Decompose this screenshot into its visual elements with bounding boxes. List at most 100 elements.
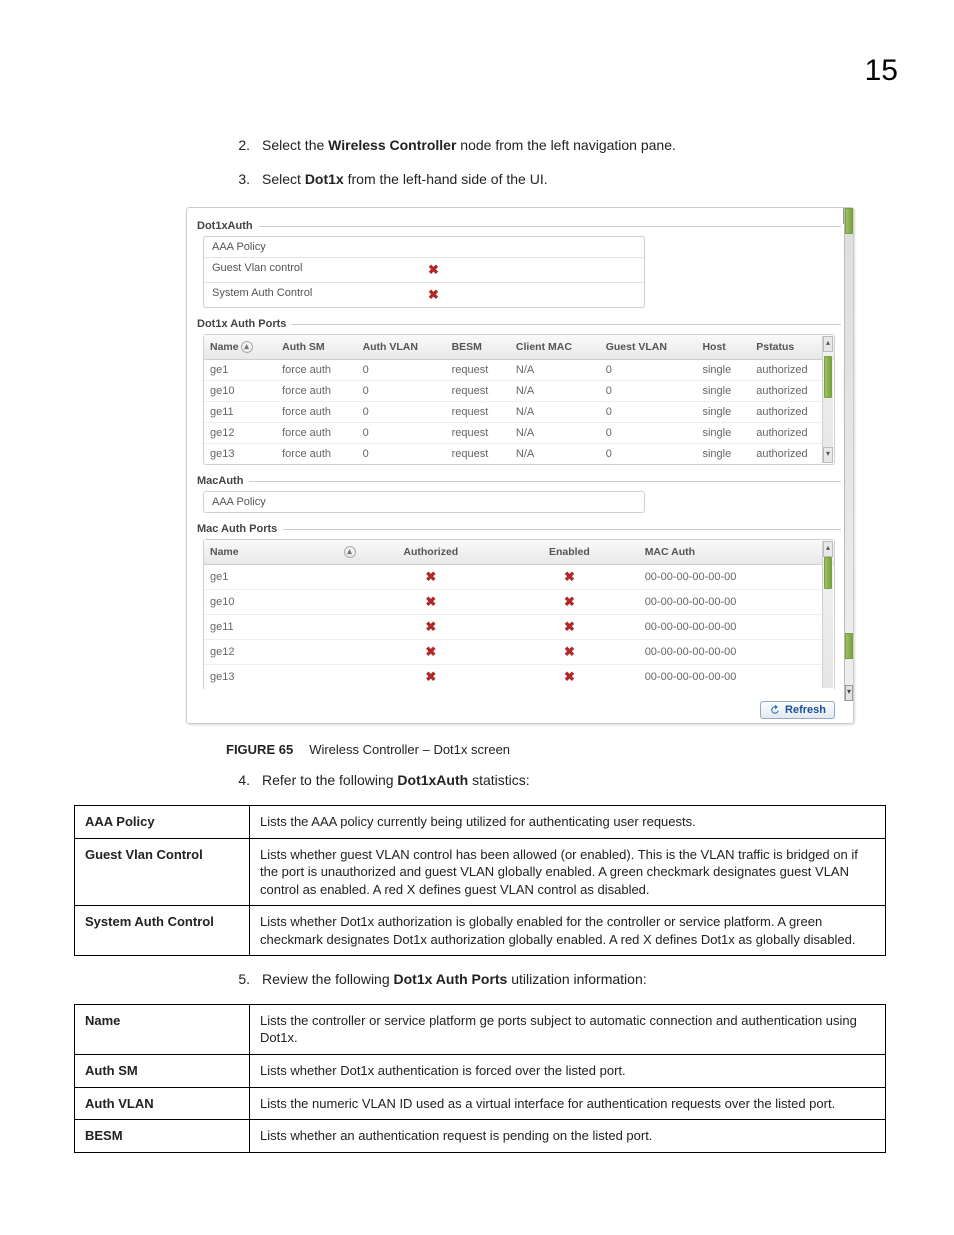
text: Select the bbox=[262, 137, 328, 153]
col-authsm[interactable]: Auth SM bbox=[276, 335, 356, 360]
cell: ✖ bbox=[500, 565, 639, 590]
cell: ge13 bbox=[204, 665, 362, 690]
x-icon: ✖ bbox=[425, 594, 436, 609]
table-row: Auth VLANLists the numeric VLAN ID used … bbox=[75, 1087, 886, 1120]
cell: 00-00-00-00-00-00 bbox=[639, 565, 834, 590]
definition: Lists whether guest VLAN control has bee… bbox=[250, 838, 886, 906]
text: Review the following bbox=[262, 971, 394, 987]
dot1x-ports-info-table: NameLists the controller or service plat… bbox=[74, 1004, 886, 1153]
col-name[interactable]: Name▴ bbox=[204, 335, 276, 360]
scroll-down-icon[interactable]: ▾ bbox=[823, 447, 833, 463]
refresh-button[interactable]: Refresh bbox=[760, 701, 835, 719]
text: Select bbox=[262, 171, 305, 187]
cell: N/A bbox=[510, 360, 600, 381]
table-row[interactable]: ge11✖✖00-00-00-00-00-00 bbox=[204, 615, 834, 640]
cell: 00-00-00-00-00-00 bbox=[639, 590, 834, 615]
outer-scrollbar[interactable]: ▾ bbox=[844, 208, 853, 701]
scroll-thumb[interactable] bbox=[824, 356, 832, 398]
kv-row-aaa-policy: AAA Policy bbox=[204, 492, 644, 512]
bold-term: Wireless Controller bbox=[328, 137, 456, 153]
refresh-bar: Refresh bbox=[187, 699, 845, 723]
cell: 0 bbox=[600, 444, 697, 465]
section-title: Mac Auth Ports bbox=[197, 523, 277, 535]
kv-value: ✖ bbox=[420, 283, 644, 307]
table-row[interactable]: ge10✖✖00-00-00-00-00-00 bbox=[204, 590, 834, 615]
step-number: 2. bbox=[226, 136, 250, 156]
dot1x-ports-table: Name▴ Auth SM Auth VLAN BESM Client MAC … bbox=[204, 335, 834, 464]
step-text: Select Dot1x from the left-hand side of … bbox=[262, 170, 548, 190]
term: BESM bbox=[75, 1120, 250, 1153]
table-row: AAA PolicyLists the AAA policy currently… bbox=[75, 806, 886, 839]
table-row[interactable]: ge11force auth0requestN/A0singleauthoriz… bbox=[204, 402, 834, 423]
col-enabled[interactable]: Enabled bbox=[500, 540, 639, 565]
cell: ✖ bbox=[500, 665, 639, 690]
cell: ✖ bbox=[500, 590, 639, 615]
col-clientmac[interactable]: Client MAC bbox=[510, 335, 600, 360]
table-row[interactable]: ge10force auth0requestN/A0singleauthoriz… bbox=[204, 381, 834, 402]
scroll-up-icon[interactable]: ▴ bbox=[823, 541, 833, 557]
dot1x-screenshot: ▴ ▾ Dot1xAuth AAA Policy Guest Vlan cont… bbox=[186, 207, 854, 724]
table-row[interactable]: ge12✖✖00-00-00-00-00-00 bbox=[204, 640, 834, 665]
step-4: 4. Refer to the following Dot1xAuth stat… bbox=[226, 771, 898, 791]
col-guestvlan[interactable]: Guest VLAN bbox=[600, 335, 697, 360]
col-macauth[interactable]: MAC Auth bbox=[639, 540, 834, 565]
cell: 00-00-00-00-00-00 bbox=[639, 640, 834, 665]
col-authvlan[interactable]: Auth VLAN bbox=[357, 335, 446, 360]
x-icon: ✖ bbox=[564, 669, 575, 684]
cell: ge11 bbox=[204, 402, 276, 423]
scroll-thumb[interactable] bbox=[824, 557, 832, 589]
cell: 0 bbox=[600, 360, 697, 381]
sort-asc-icon[interactable]: ▴ bbox=[241, 341, 253, 353]
cell: ✖ bbox=[362, 565, 501, 590]
kv-value bbox=[420, 237, 644, 257]
scroll-down-icon[interactable]: ▾ bbox=[845, 685, 853, 701]
dot1xauth-summary-panel: AAA Policy Guest Vlan control ✖ System A… bbox=[203, 236, 645, 308]
kv-key: AAA Policy bbox=[204, 237, 420, 257]
sort-asc-icon[interactable]: ▴ bbox=[344, 546, 356, 558]
refresh-icon bbox=[769, 704, 781, 716]
term: Guest Vlan Control bbox=[75, 838, 250, 906]
step-number: 4. bbox=[226, 771, 250, 791]
section-header-dot1xauth: Dot1xAuth bbox=[197, 220, 853, 232]
kv-row-guest-vlan: Guest Vlan control ✖ bbox=[204, 257, 644, 282]
cell: request bbox=[446, 423, 510, 444]
section-header-mac-ports: Mac Auth Ports bbox=[197, 523, 853, 535]
table-row[interactable]: ge1✖✖00-00-00-00-00-00 bbox=[204, 565, 834, 590]
refresh-label: Refresh bbox=[785, 704, 826, 716]
kv-value bbox=[420, 492, 644, 512]
scroll-thumb[interactable] bbox=[845, 633, 853, 659]
cell: request bbox=[446, 444, 510, 465]
scroll-thumb[interactable] bbox=[845, 208, 853, 234]
cell: N/A bbox=[510, 423, 600, 444]
dot1x-ports-table-wrap: Name▴ Auth SM Auth VLAN BESM Client MAC … bbox=[203, 334, 835, 465]
cell: 0 bbox=[357, 423, 446, 444]
table-scrollbar[interactable]: ▴ bbox=[822, 541, 833, 688]
col-host[interactable]: Host bbox=[696, 335, 750, 360]
step-number: 5. bbox=[226, 970, 250, 990]
cell: single bbox=[696, 360, 750, 381]
cell: force auth bbox=[276, 402, 356, 423]
kv-key: AAA Policy bbox=[204, 492, 420, 512]
section-header-dot1x-ports: Dot1x Auth Ports bbox=[197, 318, 853, 330]
figure-number: FIGURE 65 bbox=[226, 742, 293, 757]
text: node from the left navigation pane. bbox=[456, 137, 675, 153]
col-besm[interactable]: BESM bbox=[446, 335, 510, 360]
x-icon: ✖ bbox=[564, 569, 575, 584]
table-scrollbar[interactable]: ▴ ▾ bbox=[822, 336, 833, 463]
definition: Lists the AAA policy currently being uti… bbox=[250, 806, 886, 839]
bold-term: Dot1x Auth Ports bbox=[394, 971, 508, 987]
cell: single bbox=[696, 381, 750, 402]
macauth-summary-panel: AAA Policy bbox=[203, 491, 645, 513]
table-row[interactable]: ge13force auth0requestN/A0singleauthoriz… bbox=[204, 444, 834, 465]
scroll-up-icon[interactable]: ▴ bbox=[823, 336, 833, 352]
table-row: System Auth ControlLists whether Dot1x a… bbox=[75, 906, 886, 956]
kv-key: System Auth Control bbox=[204, 283, 420, 307]
table-row[interactable]: ge13✖✖00-00-00-00-00-00 bbox=[204, 665, 834, 690]
x-icon: ✖ bbox=[425, 569, 436, 584]
table-row[interactable]: ge12force auth0requestN/A0singleauthoriz… bbox=[204, 423, 834, 444]
kv-row-sys-auth: System Auth Control ✖ bbox=[204, 282, 644, 307]
table-row[interactable]: ge1force auth0requestN/A0singleauthorize… bbox=[204, 360, 834, 381]
col-authorized[interactable]: Authorized bbox=[362, 540, 501, 565]
mac-ports-table-wrap: Name ▴ Authorized Enabled MAC Auth ge1✖✖… bbox=[203, 539, 835, 689]
col-name[interactable]: Name ▴ bbox=[204, 540, 362, 565]
